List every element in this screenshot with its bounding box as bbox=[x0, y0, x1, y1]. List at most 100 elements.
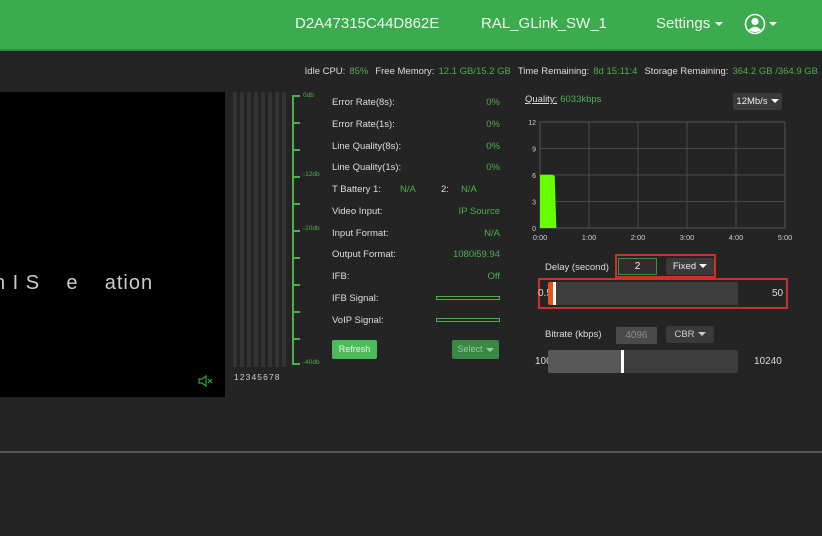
ifb-signal-bar bbox=[436, 296, 500, 300]
bitrate-slider[interactable] bbox=[548, 350, 738, 373]
video-overlay-text: n I S e ation bbox=[0, 272, 154, 294]
db-tick bbox=[292, 176, 300, 178]
audio-meter-bar bbox=[247, 92, 251, 367]
audio-channel-labels: 12345678 bbox=[234, 372, 281, 382]
time-remaining-value: 8d 15:11:4 bbox=[593, 66, 638, 77]
storage-remaining-label: Storage Remaining: bbox=[644, 66, 729, 77]
stat-value: N/A bbox=[400, 184, 416, 195]
x-tick-label: 5:00 bbox=[778, 233, 792, 242]
bitrate-mode-label: CBR bbox=[674, 329, 695, 340]
stat-value: 0% bbox=[486, 162, 500, 173]
top-bar: D2A47315C44D862E RAL_GLink_SW_1 Settings bbox=[0, 0, 822, 51]
db-tick bbox=[292, 311, 300, 313]
device-name: RAL_GLink_SW_1 bbox=[481, 15, 607, 32]
y-tick-label: 0 bbox=[532, 226, 536, 233]
section-divider bbox=[0, 451, 822, 453]
speaker-muted-icon[interactable] bbox=[198, 375, 214, 387]
stat-label: Input Format: bbox=[332, 228, 389, 239]
delay-max-label: 50 bbox=[772, 288, 784, 299]
select-label: Select bbox=[457, 344, 483, 354]
settings-menu[interactable]: Settings bbox=[656, 15, 724, 32]
stat-label: T Battery 1: bbox=[332, 184, 381, 195]
chevron-down-icon bbox=[715, 22, 724, 27]
db-label: -12db bbox=[303, 171, 320, 178]
bitrate-chart: 0 3 6 9 12 0:00 1:00 2:00 3:00 4:00 5:00 bbox=[528, 120, 792, 242]
video-preview[interactable]: n I S e ation bbox=[0, 92, 225, 397]
chevron-down-icon bbox=[697, 332, 706, 337]
audio-meter-bar bbox=[282, 92, 286, 367]
delay-input[interactable]: 2 bbox=[618, 258, 657, 275]
quality-label[interactable]: Quality: bbox=[525, 94, 557, 105]
x-tick-label: 3:00 bbox=[680, 233, 695, 242]
db-tick bbox=[292, 95, 300, 97]
stat-output-format: Output Format: 1080i59.94 bbox=[332, 249, 500, 260]
delay-slider[interactable] bbox=[548, 282, 738, 305]
x-tick-label: 1:00 bbox=[582, 233, 597, 242]
stat-value: 0% bbox=[486, 141, 500, 152]
idle-cpu-value: 85% bbox=[349, 66, 369, 77]
storage-remaining-value: 364.2 GB /364.9 GB bbox=[732, 66, 818, 77]
audio-meter-bar bbox=[268, 92, 272, 367]
stat-label: Line Quality(1s): bbox=[332, 162, 402, 173]
stat-error-rate-1s: Error Rate(1s): 0% bbox=[332, 119, 500, 130]
quality-readout: Quality: 6033kbps bbox=[525, 94, 601, 105]
system-status: Idle CPU: 85% Free Memory: 12.1 GB/15.2 GB T… bbox=[305, 66, 818, 77]
stat-voip-signal: VoIP Signal: bbox=[332, 315, 500, 326]
y-tick-label: 9 bbox=[532, 147, 536, 154]
y-tick-label: 12 bbox=[528, 120, 536, 127]
stat-value: N/A bbox=[461, 184, 477, 195]
x-tick-label: 0:00 bbox=[533, 233, 548, 242]
stat-ifb: IFB: Off bbox=[332, 271, 500, 282]
stat-battery: T Battery 1: N/A 2: N/A bbox=[332, 184, 500, 195]
user-circle-icon bbox=[744, 13, 766, 35]
stat-value: N/A bbox=[484, 228, 500, 239]
delay-mode-dropdown[interactable]: Fixed bbox=[666, 258, 714, 275]
bitrate-label: Bitrate (kbps) bbox=[545, 329, 602, 340]
stat-label: 2: bbox=[441, 184, 449, 195]
chevron-down-icon bbox=[699, 264, 708, 269]
db-label: 0db bbox=[303, 92, 314, 99]
bitrate-input[interactable]: 4096 bbox=[616, 327, 657, 344]
stat-video-input: Video Input: IP Source bbox=[332, 206, 500, 217]
chart-scale-label: 12Mb/s bbox=[736, 96, 768, 107]
idle-cpu-label: Idle CPU: bbox=[304, 66, 346, 77]
stat-value: IP Source bbox=[458, 206, 500, 217]
select-dropdown[interactable]: Select bbox=[452, 340, 499, 359]
audio-meter-bar bbox=[254, 92, 258, 367]
y-tick-label: 6 bbox=[532, 173, 536, 180]
delay-slider-handle[interactable] bbox=[553, 282, 556, 305]
time-remaining-label: Time Remaining: bbox=[517, 66, 590, 77]
audio-meter-bar bbox=[233, 92, 237, 367]
stat-label: Output Format: bbox=[332, 249, 396, 260]
stat-label: Error Rate(1s): bbox=[332, 119, 395, 130]
db-label: -40db bbox=[303, 359, 320, 366]
x-tick-label: 2:00 bbox=[631, 233, 646, 242]
refresh-button[interactable]: Refresh bbox=[332, 340, 377, 359]
stat-label: IFB Signal: bbox=[332, 293, 379, 304]
bitrate-mode-dropdown[interactable]: CBR bbox=[666, 326, 714, 343]
stat-error-rate-8s: Error Rate(8s): 0% bbox=[332, 97, 500, 108]
db-tick bbox=[292, 230, 300, 232]
stat-value: Off bbox=[487, 271, 501, 282]
delay-mode-label: Fixed bbox=[672, 261, 697, 272]
db-tick bbox=[292, 363, 300, 365]
stat-input-format: Input Format: N/A bbox=[332, 228, 500, 239]
stat-value: 0% bbox=[486, 97, 500, 108]
audio-meter-bar bbox=[275, 92, 279, 367]
db-tick bbox=[292, 203, 300, 205]
chevron-down-icon bbox=[770, 99, 779, 104]
user-menu[interactable] bbox=[744, 13, 777, 35]
chevron-down-icon bbox=[485, 347, 494, 352]
bitrate-slider-fill bbox=[548, 350, 622, 373]
stat-label: Error Rate(8s): bbox=[332, 97, 395, 108]
series-area bbox=[540, 174, 557, 228]
stat-label: VoIP Signal: bbox=[332, 315, 384, 326]
bitrate-slider-handle[interactable] bbox=[621, 350, 624, 373]
free-memory-label: Free Memory: bbox=[375, 66, 435, 77]
audio-meter-bar bbox=[261, 92, 265, 367]
chart-scale-dropdown[interactable]: 12Mb/s bbox=[733, 93, 782, 110]
stat-label: IFB: bbox=[332, 271, 350, 282]
db-tick bbox=[292, 257, 300, 259]
stat-line-quality-1s: Line Quality(1s): 0% bbox=[332, 162, 500, 173]
audio-meter-bar bbox=[240, 92, 244, 367]
